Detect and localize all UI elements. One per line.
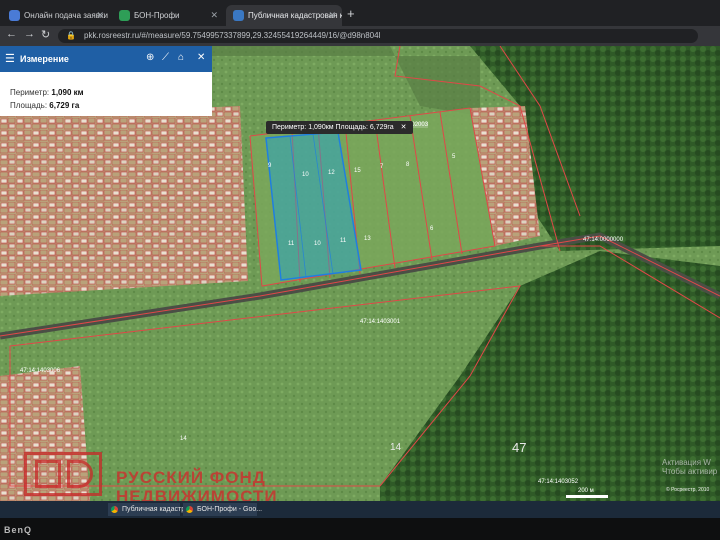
tab-favicon-icon [233, 10, 244, 21]
address-bar-row: ← → ↻ 🔒 pkk.rosreestr.ru/#/measure/59.75… [0, 26, 720, 46]
activation-line1: Активация W [662, 458, 711, 467]
back-icon[interactable]: ← [6, 28, 17, 40]
plot-number: 8 [406, 162, 410, 168]
close-icon[interactable]: ✕ [328, 5, 336, 26]
tab-cadastre-application[interactable]: Онлайн подача заявки на кадастр ✕ [2, 5, 110, 26]
plot-number: 13 [364, 236, 371, 242]
plot-number: 15 [354, 168, 361, 174]
windows-activation-notice: Активация W Чтобы активир [662, 458, 717, 476]
scale-label: 200 м [578, 488, 594, 494]
tab-favicon-icon [9, 10, 20, 21]
new-tab-button[interactable]: + [347, 6, 355, 21]
map-copyright: © Росреестр, 2010 [666, 487, 710, 493]
close-icon[interactable]: ✕ [210, 5, 218, 26]
plot-number: 14 [390, 442, 402, 453]
watermark-logo [24, 452, 102, 496]
browser-tab-bar: Онлайн подача заявки на кадастр ✕ БОН-Пр… [0, 0, 720, 26]
plot-number: 14 [180, 436, 187, 442]
tab-public-cadastral-map[interactable]: Публичная кадастровая карта ✕ [226, 5, 342, 26]
area-row: Площадь: 6,729 га [10, 101, 79, 110]
reload-icon[interactable]: ↻ [41, 28, 50, 41]
taskbar-item-label: Публичная кадастр... [122, 506, 191, 513]
plot-number: 5 [452, 154, 456, 160]
tab-favicon-icon [119, 10, 130, 21]
taskbar-item-cadastral-map[interactable]: Публичная кадастр... [108, 503, 191, 516]
scale-bar [566, 495, 608, 498]
plot-number: 11 [288, 241, 295, 247]
taskbar-item-label: БОН-Профи - Goo... [197, 506, 263, 513]
tab-bon-profi[interactable]: БОН-Профи ✕ [112, 5, 224, 26]
perimeter-value: 1,090 км [51, 88, 84, 97]
draw-line-icon[interactable]: ⟋ [162, 52, 169, 63]
measure-panel: ☰ Измерение ⊕ ⟋ ⌂ ✕ Периметр: 1,090 км П… [0, 46, 212, 116]
home-icon[interactable]: ⌂ [178, 52, 184, 63]
perimeter-label: Периметр: [10, 88, 50, 97]
monitor-bezel [0, 518, 720, 540]
plot-number: 7 [380, 164, 384, 170]
close-icon[interactable]: ✕ [401, 124, 407, 131]
area-label: Площадь: [10, 101, 48, 110]
settlement-area [0, 106, 248, 296]
activation-line2: Чтобы активир [662, 467, 718, 476]
taskbar-item-bon-profi[interactable]: БОН-Профи - Goo... [183, 503, 262, 516]
chrome-icon [186, 506, 193, 513]
taskbar: Публичная кадастр... БОН-Профи - Goo... [0, 501, 720, 518]
measure-tooltip: Периметр: 1,090км Площадь: 6,729га ✕ [266, 121, 413, 134]
monitor-brand-logo: BenQ [4, 525, 33, 535]
measure-tooltip-text: Периметр: 1,090км Площадь: 6,729га [272, 124, 394, 131]
cadastral-label: 47:14:1403052 [538, 479, 579, 485]
cadastral-label: 47:14:0000000 [583, 237, 624, 243]
url-field[interactable]: 🔒 pkk.rosreestr.ru/#/measure/59.75499573… [58, 29, 698, 43]
url-text: pkk.rosreestr.ru/#/measure/59.7549957337… [84, 31, 381, 40]
plot-number: 6 [430, 226, 434, 232]
area-value: 6,729 га [49, 101, 80, 110]
perimeter-row: Периметр: 1,090 км [10, 88, 84, 97]
tab-label: БОН-Профи [134, 11, 180, 20]
panel-title: Измерение [20, 54, 69, 64]
forward-icon[interactable]: → [24, 28, 35, 40]
cadastral-label: 47:14:1403006 [20, 368, 61, 374]
plot-number: 10 [314, 241, 321, 247]
cadastral-label: 47:14:1403001 [360, 319, 401, 325]
plot-number: 11 [340, 238, 347, 244]
lock-icon: 🔒 [66, 31, 76, 40]
plot-number: 9 [268, 163, 272, 169]
menu-icon[interactable]: ☰ [5, 52, 15, 65]
chrome-icon [111, 506, 118, 513]
target-icon[interactable]: ⊕ [146, 52, 154, 63]
plot-number: 12 [328, 170, 335, 176]
watermark-text-line1: РУССКИЙ ФОНД [116, 468, 266, 487]
measure-panel-header: ☰ Измерение ⊕ ⟋ ⌂ ✕ [0, 46, 212, 72]
plot-number: 10 [302, 172, 309, 178]
plot-number: 47 [512, 440, 527, 455]
close-icon[interactable]: ✕ [96, 5, 104, 26]
close-icon[interactable]: ✕ [197, 52, 205, 63]
